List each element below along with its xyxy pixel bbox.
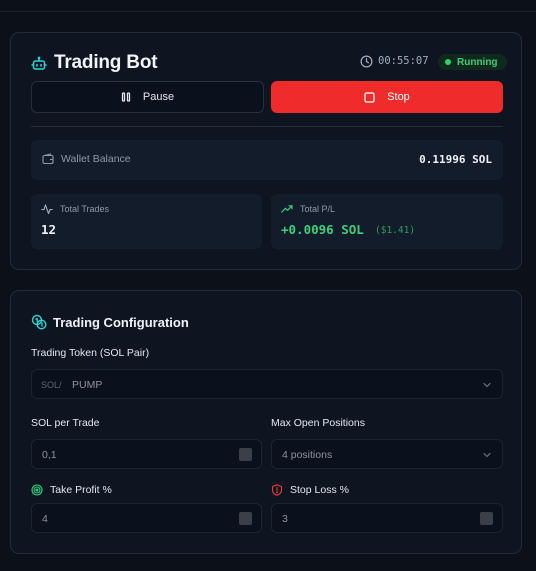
number-stepper-icon[interactable] [239, 512, 252, 525]
number-stepper-icon[interactable] [480, 512, 493, 525]
trading-bot-card: Trading Bot 00:55:07 Running Pause Stop … [10, 32, 522, 270]
stop-loss-label: Stop Loss % [290, 484, 349, 496]
status-text: Running [457, 56, 498, 68]
token-prefix: SOL/ [41, 380, 62, 390]
activity-icon [41, 204, 53, 215]
stop-button-label: Stop [387, 91, 410, 103]
stop-icon [364, 91, 375, 103]
section-divider [31, 126, 503, 127]
take-profit-input[interactable]: 4 [31, 503, 262, 533]
total-pl-usd: ($1.41) [375, 225, 416, 236]
total-pl-value: +0.0096 SOL [281, 222, 364, 237]
total-pl-label: Total P/L [300, 204, 336, 214]
chevron-down-icon [483, 382, 491, 388]
total-trades-panel: Total Trades 12 [31, 194, 262, 249]
top-divider [0, 11, 536, 12]
stop-loss-input[interactable]: 3 [271, 503, 503, 533]
wallet-balance-value: 0.11996 SOL [419, 153, 492, 166]
pause-icon [121, 92, 131, 102]
sol-per-trade-label: SOL per Trade [31, 417, 100, 429]
max-open-positions-value: 4 positions [282, 449, 333, 461]
take-profit-value: 4 [42, 513, 48, 525]
total-trades-label: Total Trades [60, 204, 110, 214]
run-timer: 00:55:07 [378, 55, 429, 67]
alert-shield-icon [271, 484, 283, 496]
bot-icon [31, 56, 47, 70]
coins-icon [31, 314, 47, 330]
total-pl-panel: Total P/L +0.0096 SOL ($1.41) [271, 194, 503, 249]
wallet-balance-panel: Wallet Balance 0.11996 SOL [31, 140, 503, 180]
stop-loss-value: 3 [282, 513, 288, 525]
trading-token-value: PUMP [72, 379, 103, 391]
stop-button[interactable]: Stop [271, 81, 503, 113]
max-open-positions-label: Max Open Positions [271, 417, 365, 429]
number-stepper-icon[interactable] [239, 448, 252, 461]
sol-per-trade-input[interactable]: 0,1 [31, 439, 262, 469]
chevron-down-icon [483, 452, 491, 458]
sol-per-trade-value: 0,1 [42, 449, 57, 461]
status-badge: Running [438, 54, 507, 70]
max-open-positions-select[interactable]: 4 positions [271, 439, 503, 469]
total-trades-value: 12 [41, 222, 57, 237]
status-dot-icon [445, 59, 451, 65]
pause-button[interactable]: Pause [31, 81, 264, 113]
trading-token-label: Trading Token (SOL Pair) [31, 347, 150, 359]
trading-token-select[interactable]: SOL/ PUMP [31, 369, 503, 399]
wallet-icon [42, 153, 54, 165]
wallet-balance-label: Wallet Balance [61, 153, 131, 165]
section-title: Trading Configuration [53, 315, 189, 330]
take-profit-label: Take Profit % [50, 484, 112, 496]
page-title: Trading Bot [54, 52, 158, 73]
trending-up-icon [281, 205, 293, 213]
trading-configuration-card: Trading Configuration Trading Token (SOL… [10, 290, 522, 554]
clock-icon [360, 55, 373, 68]
pause-button-label: Pause [142, 91, 175, 103]
target-icon [31, 484, 43, 496]
